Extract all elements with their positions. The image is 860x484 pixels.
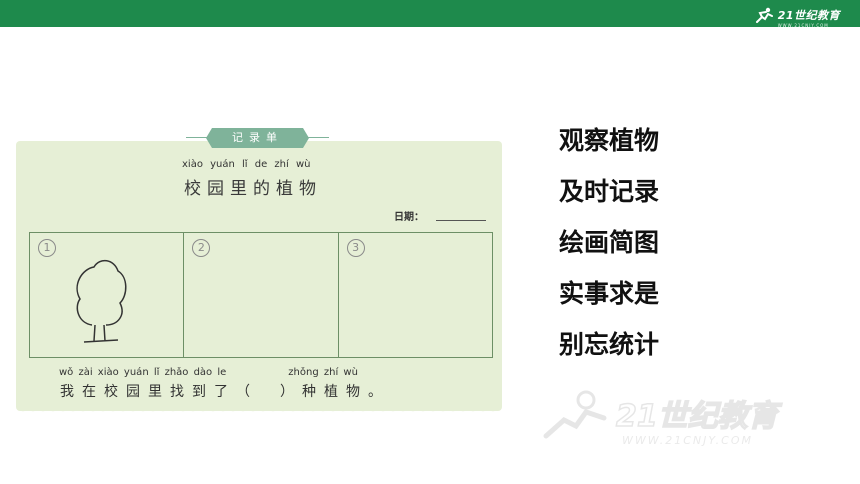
record-tag: 记录单 [206, 128, 309, 148]
step-item: 观察植物 [559, 126, 660, 155]
cell-number: 1 [38, 239, 56, 257]
brand-text: 21世纪教育 WWW.21CNJY.COM [777, 4, 840, 29]
brand-url: WWW.21CNJY.COM [777, 23, 829, 28]
step-item: 及时记录 [559, 177, 660, 206]
watermark-url: WWW.21CNJY.COM [622, 434, 753, 447]
runner-icon [755, 7, 773, 23]
steps-list: 观察植物 及时记录 绘画简图 实事求是 别忘统计 [559, 126, 659, 381]
sentence-pinyin-right: zhǒng zhí wù [288, 367, 358, 378]
step-item: 绘画简图 [559, 228, 660, 257]
step-item: 别忘统计 [559, 330, 660, 359]
watermark-logo: 21世纪教育 WWW.21CNJY.COM [543, 390, 783, 447]
top-banner: 21世纪教育 WWW.21CNJY.COM [0, 0, 860, 28]
sentence-pinyin-left: wǒ zài xiào yuán lǐ zhǎo dào le [59, 367, 227, 378]
drawing-grid: 1 2 3 [29, 232, 493, 358]
date-blank [436, 220, 486, 221]
tree-drawing-icon [76, 259, 127, 343]
brand-name: 21世纪教育 [777, 9, 840, 22]
drawing-cell-1: 1 [30, 233, 185, 357]
date-label: 日期： [394, 212, 424, 223]
sentence-text: 我在校园里找到了（ ）种植物。 [60, 384, 390, 400]
step-item: 实事求是 [559, 279, 660, 308]
drawing-cell-3: 3 [339, 233, 492, 357]
card-perforation [18, 407, 500, 417]
title-pinyin: xiào yuán lǐ de zhí wù [182, 159, 311, 170]
cell-number: 3 [346, 239, 365, 257]
sentence-pinyin: wǒ zài xiào yuán lǐ zhǎo dào le zhǒng zhí… [59, 367, 358, 378]
watermark-name: 21世纪教育 [616, 399, 783, 434]
card-title: 校园里的植物 [184, 179, 322, 199]
brand-logo: 21世纪教育 WWW.21CNJY.COM [753, 4, 840, 28]
cell-number: 2 [192, 239, 211, 257]
drawing-cell-2: 2 [184, 233, 339, 357]
